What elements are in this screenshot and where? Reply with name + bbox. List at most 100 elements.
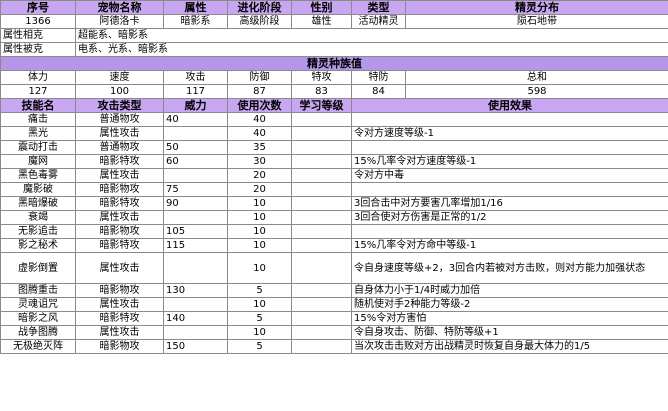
skill-attack-type: 暗影物攻: [75, 339, 164, 354]
skill-row: 魔影破 暗影物攻 75 20: [0, 182, 668, 197]
skill-power: 40: [163, 112, 228, 127]
header-cell: 精灵分布: [405, 0, 668, 15]
skill-row: 黑色毒雾 属性攻击 20 令对方中毒: [0, 168, 668, 183]
skill-effect: 15%几率令对方命中等级-1: [351, 238, 668, 253]
skill-row: 黑暗爆破 暗影特攻 90 10 3回合击中对方要害几率增加1/16: [0, 196, 668, 211]
skill-effect: 随机使对手2种能力等级-2: [351, 297, 668, 312]
header-cell: 序号: [0, 0, 76, 15]
skill-learn-level: [291, 238, 352, 253]
restraint-value: 电系、光系、暗影系: [75, 42, 668, 57]
basic-header-row: 序号 宠物名称 属性 进化阶段 性别 类型 精灵分布: [0, 0, 668, 15]
skill-effect: 令对方中毒: [351, 168, 668, 183]
stat-header: 特防: [351, 70, 406, 85]
skill-list: 痛击 普通物攻 40 40 黑光 属性攻击 40 令对方速度等级-1 震动打击 普通物攻 50 35 魔…: [0, 112, 668, 354]
skill-effect: 3回合击中对方要害几率增加1/16: [351, 196, 668, 211]
stat-value: 598: [405, 84, 668, 99]
skill-uses: 10: [227, 325, 292, 340]
skill-learn-level: [291, 196, 352, 211]
header-cell: 属性: [163, 0, 228, 15]
skill-attack-type: 暗影特攻: [75, 196, 164, 211]
skill-effect: 15%几率令对方速度等级-1: [351, 154, 668, 169]
skill-effect: 3回合使对方伤害是正常的1/2: [351, 210, 668, 225]
skill-power: [163, 168, 228, 183]
skill-attack-type: 属性攻击: [75, 126, 164, 141]
skill-row: 无影追击 暗影物攻 105 10: [0, 224, 668, 239]
skill-header: 使用效果: [351, 98, 668, 113]
skill-effect: [351, 112, 668, 127]
skill-effect: 令自身速度等级+2，3回合内若被对方击败，则对方能力加强状态: [351, 252, 668, 284]
skill-row: 震动打击 普通物攻 50 35: [0, 140, 668, 155]
pet-info-table: 序号 宠物名称 属性 进化阶段 性别 类型 精灵分布 1366 阿德洛卡 暗影系…: [0, 0, 668, 354]
skills-header-row: 技能名 攻击类型 威力 使用次数 学习等级 使用效果: [0, 98, 668, 113]
skill-uses: 20: [227, 168, 292, 183]
skill-uses: 5: [227, 283, 292, 298]
skill-power: 50: [163, 140, 228, 155]
skill-power: [163, 210, 228, 225]
skill-uses: 10: [227, 297, 292, 312]
skill-learn-level: [291, 182, 352, 197]
skill-name: 震动打击: [0, 140, 76, 155]
skill-power: 105: [163, 224, 228, 239]
skill-learn-level: [291, 297, 352, 312]
skill-uses: 10: [227, 224, 292, 239]
skill-attack-type: 暗影物攻: [75, 224, 164, 239]
skill-row: 衰竭 属性攻击 10 3回合使对方伤害是正常的1/2: [0, 210, 668, 225]
skill-attack-type: 普通物攻: [75, 140, 164, 155]
skill-power: [163, 252, 228, 284]
stats-header-row: 体力 速度 攻击 防御 特攻 特防 总和: [0, 70, 668, 85]
skill-power: 75: [163, 182, 228, 197]
skill-attack-type: 属性攻击: [75, 297, 164, 312]
pet-attribute: 暗影系: [163, 14, 228, 29]
skill-uses: 40: [227, 126, 292, 141]
stat-header: 总和: [405, 70, 668, 85]
skill-learn-level: [291, 168, 352, 183]
skill-row: 痛击 普通物攻 40 40: [0, 112, 668, 127]
skill-power: 60: [163, 154, 228, 169]
skill-name: 痛击: [0, 112, 76, 127]
stat-header: 攻击: [163, 70, 228, 85]
skill-effect: 自身体力小于1/4时威力加倍: [351, 283, 668, 298]
basic-values-row: 1366 阿德洛卡 暗影系 高级阶段 雄性 活动精灵 陨石地带: [0, 14, 668, 29]
skill-uses: 5: [227, 311, 292, 326]
skill-effect: [351, 182, 668, 197]
skill-effect: 当次攻击击败对方出战精灵时恢复自身最大体力的1/5: [351, 339, 668, 354]
skill-effect: [351, 140, 668, 155]
stat-header: 特攻: [291, 70, 352, 85]
skill-uses: 35: [227, 140, 292, 155]
skill-header: 技能名: [0, 98, 76, 113]
skill-name: 影之秘术: [0, 238, 76, 253]
skill-effect: 令自身攻击、防御、特防等级+1: [351, 325, 668, 340]
stats-values-row: 127 100 117 87 83 84 598: [0, 84, 668, 99]
skill-power: 115: [163, 238, 228, 253]
skill-row: 灵魂诅咒 属性攻击 10 随机使对手2种能力等级-2: [0, 297, 668, 312]
skill-learn-level: [291, 224, 352, 239]
stats-title-row: 精灵种族值: [0, 56, 668, 71]
skill-row: 图腾重击 暗影物攻 130 5 自身体力小于1/4时威力加倍: [0, 283, 668, 298]
stat-value: 100: [75, 84, 164, 99]
skill-name: 灵魂诅咒: [0, 297, 76, 312]
skill-attack-type: 属性攻击: [75, 325, 164, 340]
header-cell: 宠物名称: [75, 0, 164, 15]
pet-location: 陨石地带: [405, 14, 668, 29]
stat-value: 127: [0, 84, 76, 99]
skill-power: 90: [163, 196, 228, 211]
stat-header: 速度: [75, 70, 164, 85]
skill-name: 虚影倒置: [0, 252, 76, 284]
stat-value: 87: [227, 84, 292, 99]
stat-value: 117: [163, 84, 228, 99]
stat-header: 体力: [0, 70, 76, 85]
skill-row: 魔网 暗影特攻 60 30 15%几率令对方速度等级-1: [0, 154, 668, 169]
skill-uses: 10: [227, 210, 292, 225]
skill-uses: 10: [227, 196, 292, 211]
skill-header: 学习等级: [291, 98, 352, 113]
skill-row: 战争图腾 属性攻击 10 令自身攻击、防御、特防等级+1: [0, 325, 668, 340]
skill-learn-level: [291, 339, 352, 354]
skill-learn-level: [291, 140, 352, 155]
skill-learn-level: [291, 154, 352, 169]
skill-name: 衰竭: [0, 210, 76, 225]
skill-effect: 15%令对方害怕: [351, 311, 668, 326]
skill-power: [163, 325, 228, 340]
skill-attack-type: 暗影特攻: [75, 238, 164, 253]
skill-name: 魔网: [0, 154, 76, 169]
pet-stage: 高级阶段: [227, 14, 292, 29]
